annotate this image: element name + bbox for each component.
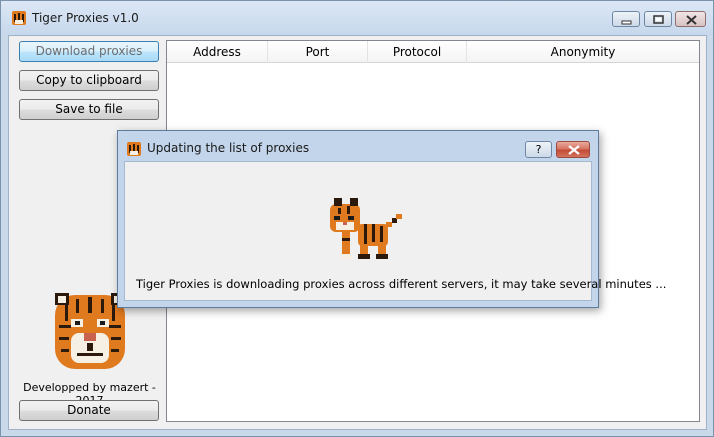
copy-to-clipboard-button[interactable]: Copy to clipboard [19,70,159,91]
donate-button[interactable]: Donate [19,400,159,421]
column-anonymity[interactable]: Anonymity [467,41,699,63]
help-button[interactable]: ? [525,141,552,158]
tiger-dialog-icon [127,142,141,156]
column-port[interactable]: Port [268,41,368,63]
dialog-message: Tiger Proxies is downloading proxies acr… [136,277,667,291]
download-proxies-button[interactable]: Download proxies [19,41,159,62]
close-button[interactable] [675,11,706,27]
tiger-cub-icon [330,198,402,259]
minimize-button[interactable] [612,11,640,27]
update-dialog: Updating the list of proxies ? Tiger Pro… [117,130,666,308]
title-bar[interactable]: Tiger Proxies v1.0 [1,1,713,35]
maximize-icon [653,15,664,24]
dialog-title: Updating the list of proxies [147,141,310,155]
column-protocol[interactable]: Protocol [368,41,467,63]
tiger-app-icon [12,11,26,25]
minimize-icon [621,20,632,25]
table-header: Address Port Protocol Anonymity [167,41,699,63]
close-icon [686,15,697,25]
close-icon [568,145,580,155]
save-to-file-button[interactable]: Save to file [19,99,159,120]
dialog-close-button[interactable] [556,141,590,158]
window-title: Tiger Proxies v1.0 [32,11,139,25]
maximize-button[interactable] [644,11,672,27]
dialog-body: Tiger Proxies is downloading proxies acr… [124,161,666,301]
column-address[interactable]: Address [167,41,268,63]
